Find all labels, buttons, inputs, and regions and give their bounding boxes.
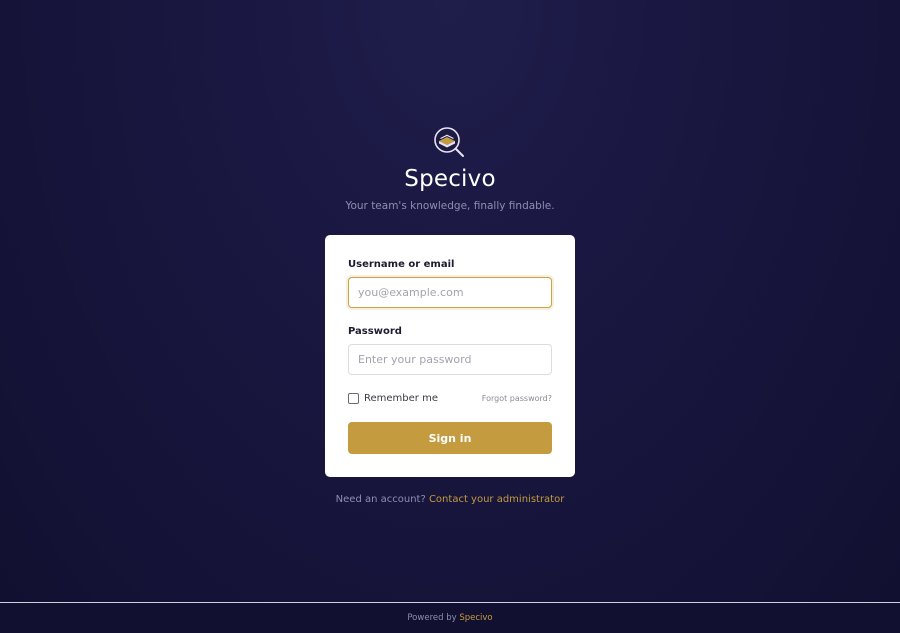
- footer-brand: Specivo: [459, 613, 493, 623]
- username-input[interactable]: [348, 277, 552, 308]
- login-card: Username or email Password Remember me F…: [325, 235, 575, 477]
- tagline: Your team's knowledge, finally findable.: [345, 200, 555, 212]
- forgot-password-link[interactable]: Forgot password?: [482, 394, 552, 403]
- contact-admin-link[interactable]: Contact your administrator: [429, 494, 564, 505]
- remember-checkbox[interactable]: [348, 393, 359, 404]
- footer-text: Powered by Specivo: [407, 613, 492, 623]
- remember-label: Remember me: [364, 393, 438, 404]
- signup-prompt: Need an account? Contact your administra…: [0, 494, 900, 505]
- password-label: Password: [348, 326, 402, 337]
- sign-in-button[interactable]: Sign in: [348, 422, 552, 454]
- signup-prompt-text: Need an account?: [335, 494, 426, 505]
- footer-prefix: Powered by: [407, 613, 457, 623]
- brand-header: Specivo Your team's knowledge, finally f…: [0, 126, 900, 212]
- app-name: Specivo: [404, 166, 496, 192]
- footer: Powered by Specivo: [0, 602, 900, 633]
- remember-me[interactable]: Remember me: [348, 393, 438, 404]
- username-label: Username or email: [348, 259, 455, 270]
- options-row: Remember me Forgot password?: [348, 393, 552, 404]
- password-input[interactable]: [348, 344, 552, 375]
- book-magnifier-icon: [434, 127, 464, 157]
